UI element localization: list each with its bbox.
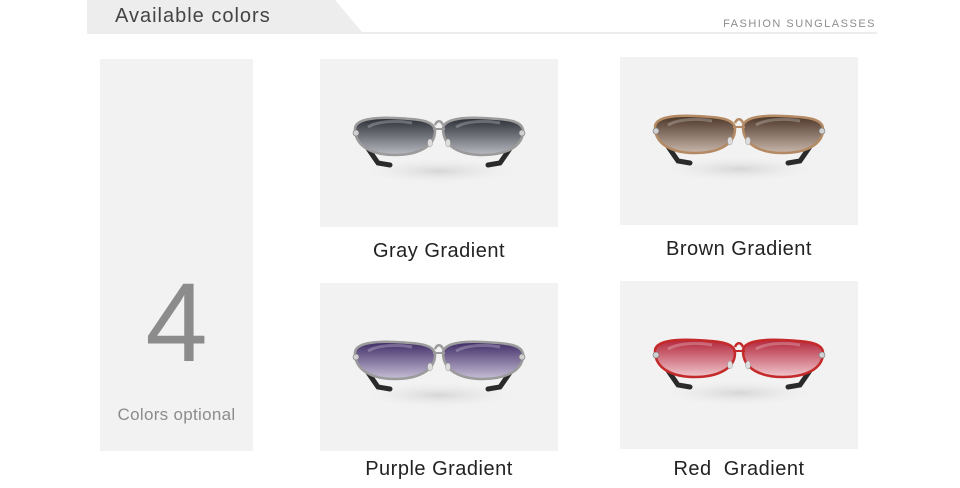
left-lens	[653, 338, 737, 379]
nose-pad-right	[445, 138, 451, 148]
right-lens	[741, 114, 825, 155]
left-hinge	[652, 127, 660, 135]
section-subtitle: FASHION SUNGLASSES	[723, 18, 876, 30]
left-lens	[353, 340, 437, 381]
left-lens	[653, 114, 737, 155]
left-hinge	[352, 353, 360, 361]
sunglasses-gray-image	[352, 116, 526, 185]
caption-gray-gradient: Gray Gradient	[372, 240, 506, 262]
header-divider	[87, 32, 877, 34]
nose-pad-right	[745, 360, 751, 370]
bridge	[733, 118, 745, 124]
right-lens	[741, 338, 825, 379]
swatch-gray-gradient[interactable]	[320, 59, 558, 227]
caption-red-gradient: Red Gradient	[673, 458, 805, 480]
right-hinge	[818, 127, 826, 135]
right-lens	[441, 340, 525, 381]
right-hinge	[518, 353, 526, 361]
left-hinge	[352, 129, 360, 137]
swatch-red-gradient[interactable]	[620, 281, 858, 449]
right-hinge	[518, 129, 526, 137]
color-count-label: Colors optional	[117, 405, 236, 424]
left-lens	[353, 116, 437, 157]
section-title: Available colors	[115, 5, 271, 27]
swatch-brown-gradient[interactable]	[620, 57, 858, 225]
nose-pad-left	[427, 362, 433, 372]
nose-pad-left	[727, 136, 733, 146]
bridge	[733, 342, 745, 348]
left-hinge	[652, 351, 660, 359]
caption-purple-gradient: Purple Gradient	[365, 458, 513, 480]
sunglasses-red-image	[652, 338, 826, 407]
swatch-purple-gradient[interactable]	[320, 283, 558, 451]
sunglasses-brown-image	[652, 114, 826, 183]
nose-pad-right	[445, 362, 451, 372]
right-lens	[441, 116, 525, 157]
sunglasses-purple-image	[352, 340, 526, 409]
right-hinge	[818, 351, 826, 359]
bridge	[433, 120, 445, 126]
caption-brown-gradient: Brown Gradient	[666, 238, 812, 260]
nose-pad-left	[427, 138, 433, 148]
color-count-number: 4	[145, 260, 208, 385]
color-count-panel: 4 Colors optional	[100, 59, 253, 451]
bridge	[433, 344, 445, 350]
nose-pad-right	[745, 136, 751, 146]
nose-pad-left	[727, 360, 733, 370]
